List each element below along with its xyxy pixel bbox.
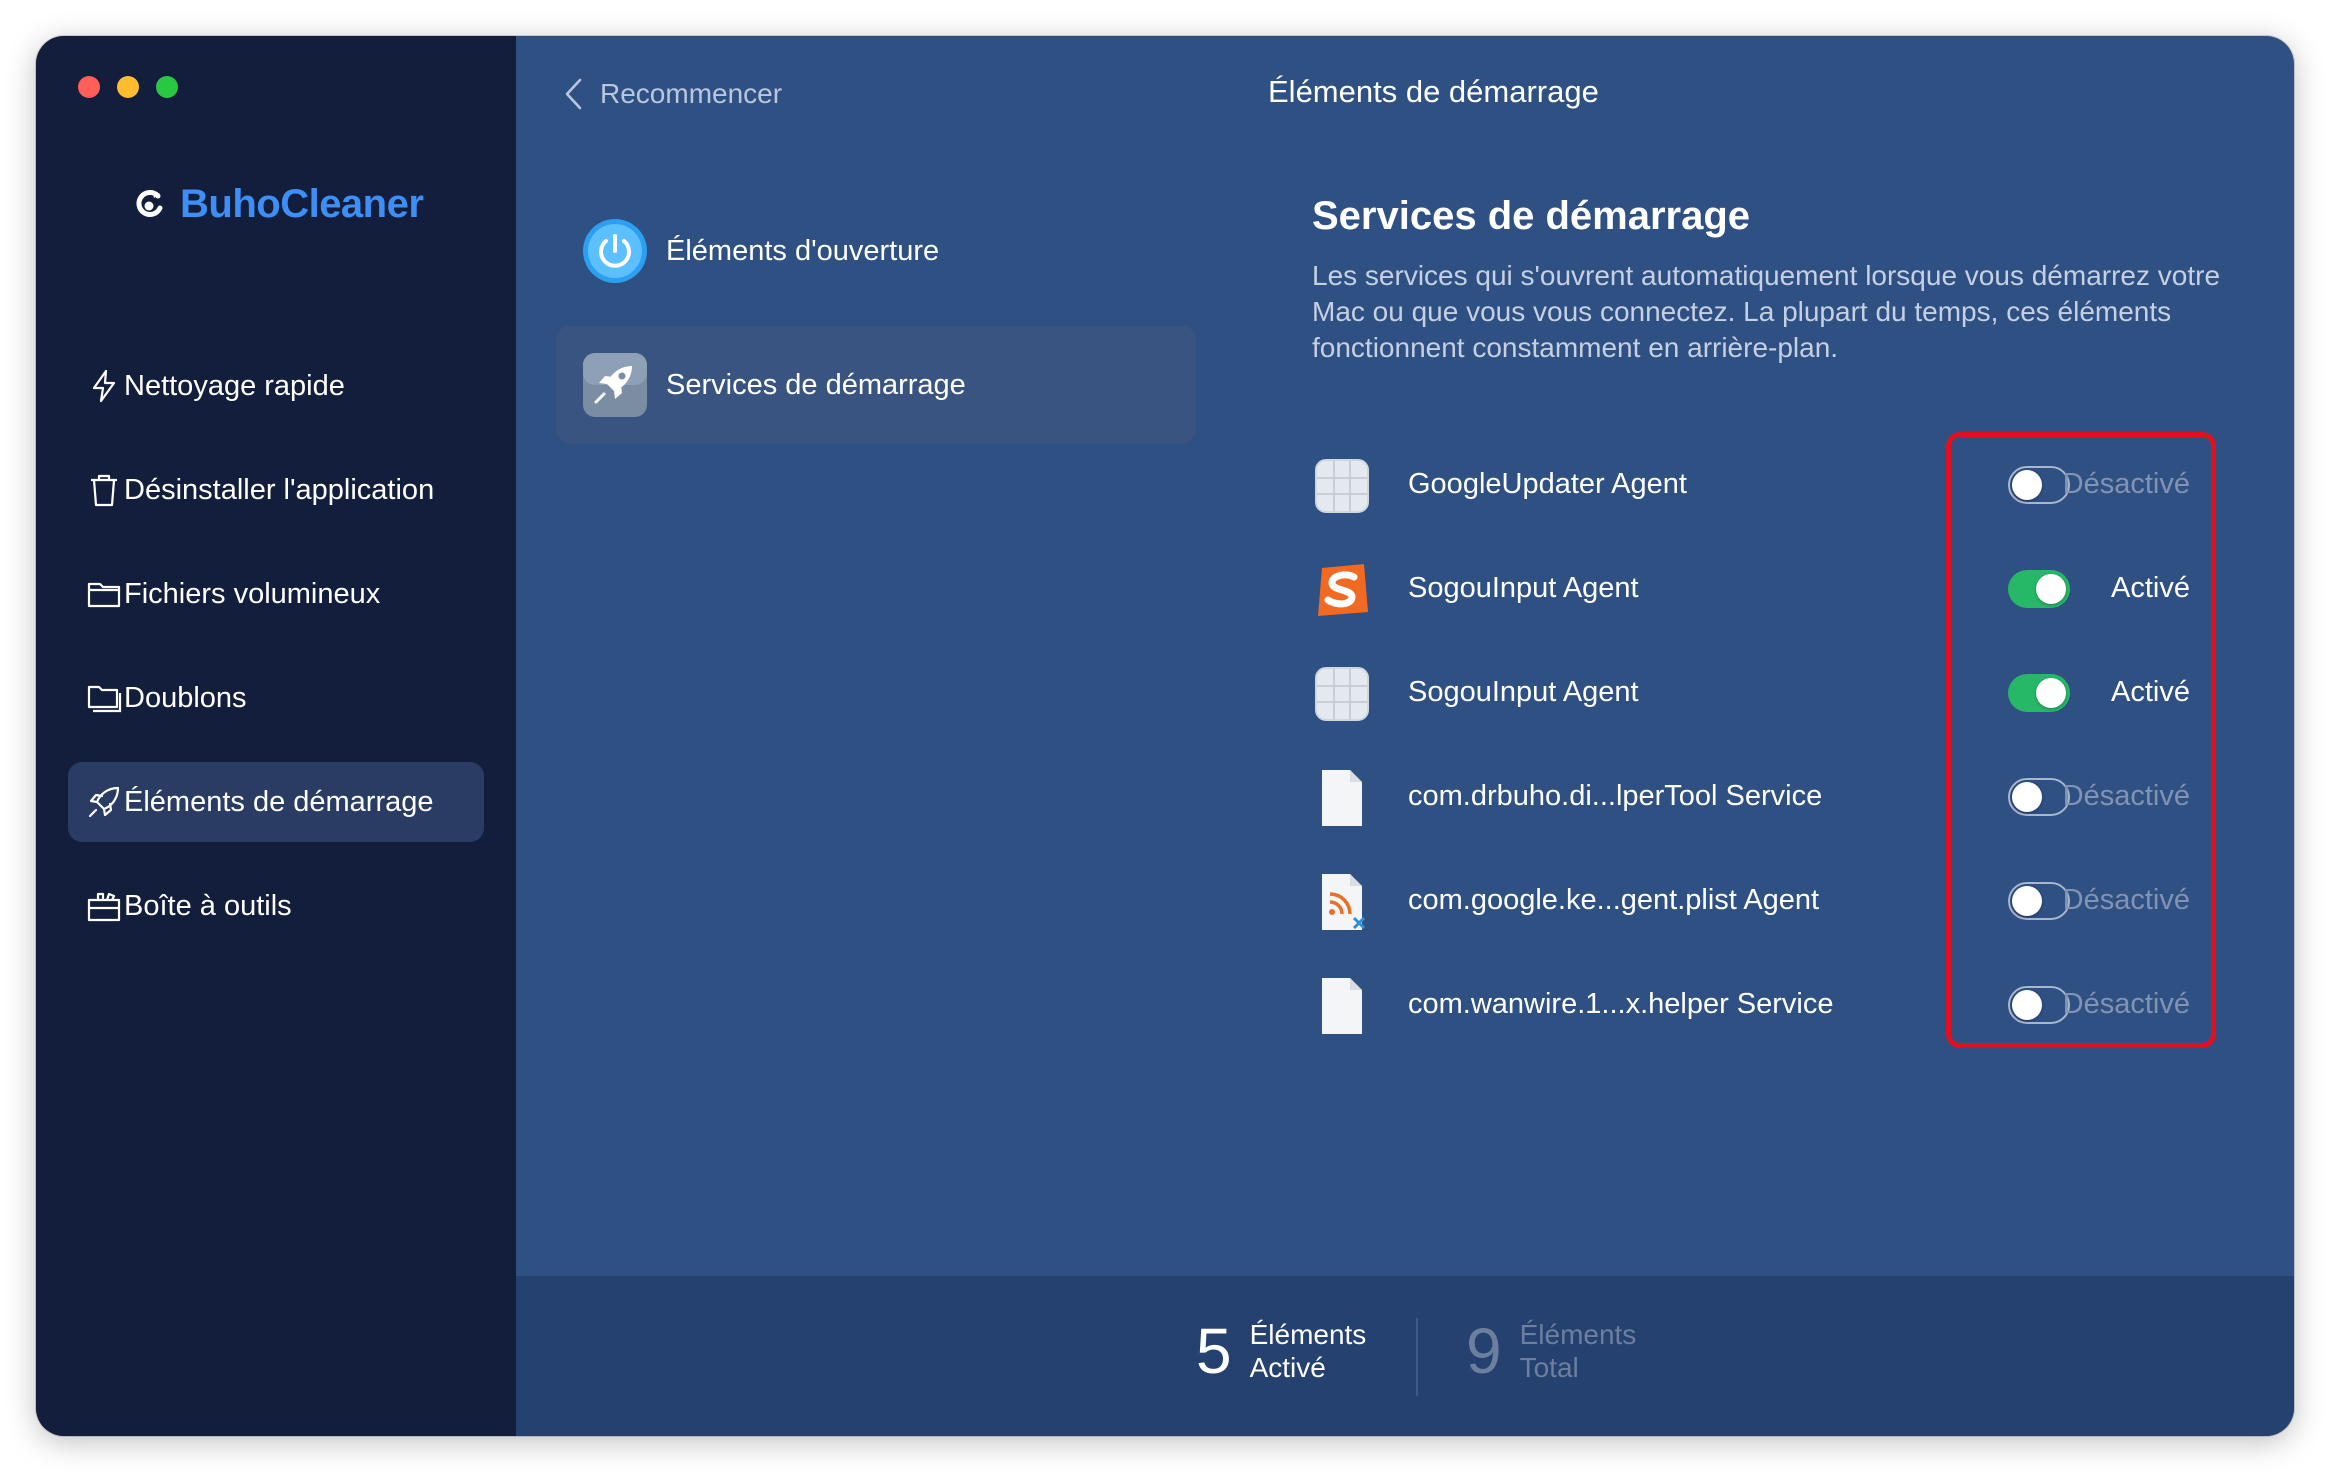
main-panel: Recommencer Éléments de démarrage Élémen… — [516, 36, 2294, 1436]
service-toggle[interactable] — [2008, 570, 2070, 608]
zoom-window-button[interactable] — [156, 76, 178, 98]
service-toggle[interactable] — [2008, 466, 2070, 504]
duplicate-folder-icon — [87, 685, 122, 713]
sidebar-item-desinstaller[interactable]: Désinstaller l'application — [68, 450, 484, 530]
service-status: Désactivé — [2062, 468, 2190, 500]
generic-app-icon — [1315, 667, 1369, 721]
service-row: com.google.ke...gent.plist Agent Désacti… — [1312, 850, 2272, 954]
trash-icon — [91, 474, 117, 507]
window-controls — [78, 76, 178, 98]
toggle-knob — [2012, 886, 2042, 916]
rocket-app-icon — [583, 353, 647, 417]
document-icon — [1322, 978, 1362, 1034]
sidebar-item-doublons[interactable]: Doublons — [68, 658, 484, 738]
close-window-button[interactable] — [78, 76, 100, 98]
toggle-knob — [2036, 678, 2066, 708]
sogou-icon — [1318, 564, 1368, 616]
service-toggle[interactable] — [2008, 778, 2070, 816]
service-status: Activé — [2111, 572, 2190, 604]
service-toggle[interactable] — [2008, 986, 2070, 1024]
lightning-icon — [92, 369, 116, 403]
service-name: SogouInput Agent — [1408, 676, 1639, 708]
active-count: 5 — [1196, 1315, 1232, 1387]
app-name: BuhoCleaner — [180, 181, 424, 226]
sidebar-nav: Nettoyage rapide Désinstaller l'applicat… — [68, 346, 484, 970]
service-toggle[interactable] — [2008, 674, 2070, 712]
toggle-knob — [2012, 990, 2042, 1020]
active-count-label: Éléments Activé — [1250, 1318, 1367, 1384]
sidebar-item-elements-demarrage[interactable]: Éléments de démarrage — [68, 762, 484, 842]
category-services-demarrage[interactable]: Services de démarrage — [556, 326, 1196, 444]
sidebar-item-label: Boîte à outils — [124, 889, 292, 922]
minimize-window-button[interactable] — [117, 76, 139, 98]
category-label: Éléments d'ouverture — [666, 234, 940, 267]
footer-stats: 5 Éléments Activé 9 Éléments Total — [516, 1276, 2294, 1436]
back-button-label: Recommencer — [600, 78, 783, 109]
sidebar-item-label: Doublons — [124, 681, 247, 714]
service-name: com.wanwire.1...x.helper Service — [1408, 988, 1834, 1020]
topbar: Recommencer Éléments de démarrage — [516, 36, 2294, 146]
sidebar-item-label: Nettoyage rapide — [124, 369, 345, 402]
service-row: GoogleUpdater Agent Désactivé — [1312, 434, 2272, 538]
sidebar-item-label: Désinstaller l'application — [124, 473, 435, 506]
sidebar: BuhoCleaner Nettoyage rapide Désinstalle… — [36, 36, 516, 1436]
service-row: com.wanwire.1...x.helper Service Désacti… — [1312, 954, 2272, 1058]
service-toggle[interactable] — [2008, 882, 2070, 920]
category-label: Services de démarrage — [666, 368, 966, 401]
sidebar-item-boite-a-outils[interactable]: Boîte à outils — [68, 866, 484, 946]
folder-icon — [87, 582, 121, 608]
sidebar-item-label: Éléments de démarrage — [124, 785, 434, 818]
total-count-label: Éléments Total — [1520, 1318, 1637, 1384]
plist-file-icon — [1322, 874, 1366, 930]
stat-label-line: Éléments — [1519, 1319, 1637, 1350]
sidebar-item-fichiers-volumineux[interactable]: Fichiers volumineux — [68, 554, 484, 634]
document-icon — [1322, 770, 1362, 826]
service-name: SogouInput Agent — [1408, 572, 1639, 604]
active-count-stat: 5 Éléments Activé — [1196, 1316, 1366, 1386]
service-row: com.drbuho.di...lperTool Service Désacti… — [1312, 746, 2272, 850]
service-name: com.google.ke...gent.plist Agent — [1408, 884, 1820, 916]
services-list: GoogleUpdater Agent Désactivé SogouInput… — [1312, 434, 2272, 1058]
app-window: BuhoCleaner Nettoyage rapide Désinstalle… — [36, 36, 2294, 1436]
total-count: 9 — [1466, 1315, 1502, 1387]
toolbox-icon — [87, 892, 121, 922]
service-name: com.drbuho.di...lperTool Service — [1408, 780, 1823, 812]
buhocleaner-logo-icon — [136, 190, 163, 217]
service-status: Activé — [2111, 676, 2190, 708]
rocket-icon — [88, 786, 120, 818]
page-title: Éléments de démarrage — [1268, 74, 1599, 109]
service-name: GoogleUpdater Agent — [1408, 468, 1687, 500]
power-icon — [583, 219, 647, 283]
sidebar-item-nettoyage-rapide[interactable]: Nettoyage rapide — [68, 346, 484, 426]
detail-header: Services de démarrage Les services qui s… — [1312, 186, 2272, 366]
category-elements-ouverture[interactable]: Éléments d'ouverture — [556, 192, 1196, 310]
stat-label-line: Activé — [1249, 1352, 1326, 1383]
toggle-knob — [2036, 574, 2066, 604]
generic-app-icon — [1315, 459, 1369, 513]
section-description: Les services qui s'ouvrent automatiqueme… — [1312, 260, 2221, 363]
stat-label-line: Total — [1519, 1352, 1579, 1383]
stat-label-line: Éléments — [1249, 1319, 1367, 1350]
app-logo: BuhoCleaner — [132, 174, 424, 234]
back-button[interactable]: Recommencer — [562, 72, 782, 116]
stat-divider — [1416, 1318, 1418, 1396]
toggle-knob — [2012, 782, 2042, 812]
category-list: Éléments d'ouverture Services de démarra… — [556, 192, 1196, 460]
sidebar-item-label: Fichiers volumineux — [124, 577, 381, 610]
service-status: Désactivé — [2062, 988, 2190, 1020]
service-status: Désactivé — [2062, 780, 2190, 812]
service-row: SogouInput Agent Activé — [1312, 642, 2272, 746]
chevron-left-icon — [565, 78, 582, 110]
section-title: Services de démarrage — [1312, 194, 1751, 238]
total-count-stat: 9 Éléments Total — [1466, 1316, 1636, 1386]
toggle-knob — [2012, 470, 2042, 500]
service-row: SogouInput Agent Activé — [1312, 538, 2272, 642]
service-status: Désactivé — [2062, 884, 2190, 916]
